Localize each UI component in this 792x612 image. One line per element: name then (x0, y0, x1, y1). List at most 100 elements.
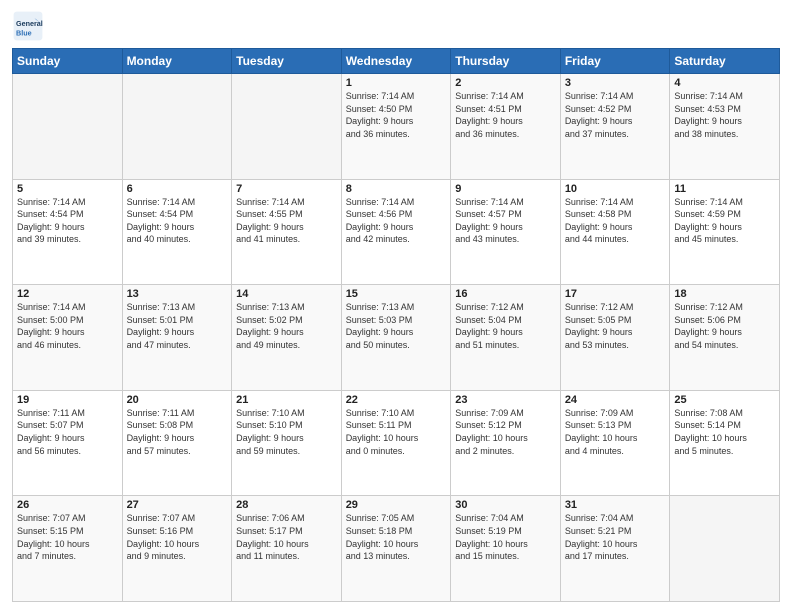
day-info: Sunrise: 7:07 AM Sunset: 5:15 PM Dayligh… (17, 512, 118, 562)
day-info: Sunrise: 7:13 AM Sunset: 5:03 PM Dayligh… (346, 301, 447, 351)
day-info: Sunrise: 7:14 AM Sunset: 5:00 PM Dayligh… (17, 301, 118, 351)
header: General Blue (12, 10, 780, 42)
day-info: Sunrise: 7:04 AM Sunset: 5:21 PM Dayligh… (565, 512, 666, 562)
day-info: Sunrise: 7:11 AM Sunset: 5:08 PM Dayligh… (127, 407, 228, 457)
day-info: Sunrise: 7:10 AM Sunset: 5:11 PM Dayligh… (346, 407, 447, 457)
day-number: 27 (127, 499, 228, 511)
day-number: 23 (455, 394, 556, 406)
day-info: Sunrise: 7:14 AM Sunset: 4:54 PM Dayligh… (127, 196, 228, 246)
weekday-header: Monday (122, 49, 232, 74)
day-number: 9 (455, 183, 556, 195)
calendar-cell: 25Sunrise: 7:08 AM Sunset: 5:14 PM Dayli… (670, 390, 780, 496)
day-number: 21 (236, 394, 337, 406)
day-number: 4 (674, 77, 775, 89)
day-info: Sunrise: 7:08 AM Sunset: 5:14 PM Dayligh… (674, 407, 775, 457)
calendar-cell: 11Sunrise: 7:14 AM Sunset: 4:59 PM Dayli… (670, 179, 780, 285)
calendar-cell: 30Sunrise: 7:04 AM Sunset: 5:19 PM Dayli… (451, 496, 561, 602)
day-info: Sunrise: 7:07 AM Sunset: 5:16 PM Dayligh… (127, 512, 228, 562)
calendar-cell: 7Sunrise: 7:14 AM Sunset: 4:55 PM Daylig… (232, 179, 342, 285)
weekday-header: Wednesday (341, 49, 451, 74)
day-number: 13 (127, 288, 228, 300)
calendar-week-row: 26Sunrise: 7:07 AM Sunset: 5:15 PM Dayli… (13, 496, 780, 602)
weekday-header: Thursday (451, 49, 561, 74)
day-number: 18 (674, 288, 775, 300)
page: General Blue SundayMondayTuesdayWednesda… (0, 0, 792, 612)
weekday-header: Friday (560, 49, 670, 74)
svg-text:General: General (16, 19, 43, 28)
calendar-header-row: SundayMondayTuesdayWednesdayThursdayFrid… (13, 49, 780, 74)
calendar-week-row: 19Sunrise: 7:11 AM Sunset: 5:07 PM Dayli… (13, 390, 780, 496)
calendar-cell (122, 74, 232, 180)
calendar-cell: 12Sunrise: 7:14 AM Sunset: 5:00 PM Dayli… (13, 285, 123, 391)
day-info: Sunrise: 7:14 AM Sunset: 4:50 PM Dayligh… (346, 90, 447, 140)
day-info: Sunrise: 7:12 AM Sunset: 5:06 PM Dayligh… (674, 301, 775, 351)
calendar-cell: 28Sunrise: 7:06 AM Sunset: 5:17 PM Dayli… (232, 496, 342, 602)
calendar-cell: 24Sunrise: 7:09 AM Sunset: 5:13 PM Dayli… (560, 390, 670, 496)
day-number: 25 (674, 394, 775, 406)
day-info: Sunrise: 7:09 AM Sunset: 5:13 PM Dayligh… (565, 407, 666, 457)
calendar-cell: 2Sunrise: 7:14 AM Sunset: 4:51 PM Daylig… (451, 74, 561, 180)
logo: General Blue (12, 10, 48, 42)
calendar-cell: 4Sunrise: 7:14 AM Sunset: 4:53 PM Daylig… (670, 74, 780, 180)
svg-text:Blue: Blue (16, 29, 32, 38)
calendar-week-row: 12Sunrise: 7:14 AM Sunset: 5:00 PM Dayli… (13, 285, 780, 391)
calendar-cell: 31Sunrise: 7:04 AM Sunset: 5:21 PM Dayli… (560, 496, 670, 602)
day-number: 3 (565, 77, 666, 89)
day-number: 10 (565, 183, 666, 195)
day-info: Sunrise: 7:12 AM Sunset: 5:05 PM Dayligh… (565, 301, 666, 351)
calendar-cell: 13Sunrise: 7:13 AM Sunset: 5:01 PM Dayli… (122, 285, 232, 391)
day-info: Sunrise: 7:14 AM Sunset: 4:55 PM Dayligh… (236, 196, 337, 246)
day-info: Sunrise: 7:14 AM Sunset: 4:56 PM Dayligh… (346, 196, 447, 246)
day-number: 7 (236, 183, 337, 195)
calendar-cell: 20Sunrise: 7:11 AM Sunset: 5:08 PM Dayli… (122, 390, 232, 496)
day-info: Sunrise: 7:14 AM Sunset: 4:57 PM Dayligh… (455, 196, 556, 246)
day-info: Sunrise: 7:10 AM Sunset: 5:10 PM Dayligh… (236, 407, 337, 457)
day-info: Sunrise: 7:06 AM Sunset: 5:17 PM Dayligh… (236, 512, 337, 562)
calendar-cell: 26Sunrise: 7:07 AM Sunset: 5:15 PM Dayli… (13, 496, 123, 602)
weekday-header: Sunday (13, 49, 123, 74)
calendar-cell (13, 74, 123, 180)
day-number: 15 (346, 288, 447, 300)
day-number: 1 (346, 77, 447, 89)
day-number: 30 (455, 499, 556, 511)
day-number: 12 (17, 288, 118, 300)
day-info: Sunrise: 7:14 AM Sunset: 4:52 PM Dayligh… (565, 90, 666, 140)
day-number: 8 (346, 183, 447, 195)
calendar-cell: 14Sunrise: 7:13 AM Sunset: 5:02 PM Dayli… (232, 285, 342, 391)
day-info: Sunrise: 7:13 AM Sunset: 5:01 PM Dayligh… (127, 301, 228, 351)
day-number: 11 (674, 183, 775, 195)
logo-icon: General Blue (12, 10, 44, 42)
weekday-header: Saturday (670, 49, 780, 74)
day-info: Sunrise: 7:04 AM Sunset: 5:19 PM Dayligh… (455, 512, 556, 562)
day-info: Sunrise: 7:09 AM Sunset: 5:12 PM Dayligh… (455, 407, 556, 457)
day-number: 19 (17, 394, 118, 406)
calendar-cell: 10Sunrise: 7:14 AM Sunset: 4:58 PM Dayli… (560, 179, 670, 285)
calendar-week-row: 5Sunrise: 7:14 AM Sunset: 4:54 PM Daylig… (13, 179, 780, 285)
calendar-cell: 3Sunrise: 7:14 AM Sunset: 4:52 PM Daylig… (560, 74, 670, 180)
calendar-cell: 5Sunrise: 7:14 AM Sunset: 4:54 PM Daylig… (13, 179, 123, 285)
day-info: Sunrise: 7:14 AM Sunset: 4:58 PM Dayligh… (565, 196, 666, 246)
day-info: Sunrise: 7:11 AM Sunset: 5:07 PM Dayligh… (17, 407, 118, 457)
calendar-cell: 19Sunrise: 7:11 AM Sunset: 5:07 PM Dayli… (13, 390, 123, 496)
day-info: Sunrise: 7:14 AM Sunset: 4:53 PM Dayligh… (674, 90, 775, 140)
calendar-cell: 18Sunrise: 7:12 AM Sunset: 5:06 PM Dayli… (670, 285, 780, 391)
calendar-cell: 21Sunrise: 7:10 AM Sunset: 5:10 PM Dayli… (232, 390, 342, 496)
day-number: 22 (346, 394, 447, 406)
calendar-cell: 15Sunrise: 7:13 AM Sunset: 5:03 PM Dayli… (341, 285, 451, 391)
day-info: Sunrise: 7:14 AM Sunset: 4:51 PM Dayligh… (455, 90, 556, 140)
day-info: Sunrise: 7:13 AM Sunset: 5:02 PM Dayligh… (236, 301, 337, 351)
day-number: 26 (17, 499, 118, 511)
weekday-header: Tuesday (232, 49, 342, 74)
calendar-cell: 23Sunrise: 7:09 AM Sunset: 5:12 PM Dayli… (451, 390, 561, 496)
calendar-cell (232, 74, 342, 180)
calendar-cell: 1Sunrise: 7:14 AM Sunset: 4:50 PM Daylig… (341, 74, 451, 180)
day-number: 16 (455, 288, 556, 300)
day-number: 28 (236, 499, 337, 511)
calendar-week-row: 1Sunrise: 7:14 AM Sunset: 4:50 PM Daylig… (13, 74, 780, 180)
calendar-cell: 8Sunrise: 7:14 AM Sunset: 4:56 PM Daylig… (341, 179, 451, 285)
calendar-cell: 9Sunrise: 7:14 AM Sunset: 4:57 PM Daylig… (451, 179, 561, 285)
day-info: Sunrise: 7:12 AM Sunset: 5:04 PM Dayligh… (455, 301, 556, 351)
calendar-cell: 16Sunrise: 7:12 AM Sunset: 5:04 PM Dayli… (451, 285, 561, 391)
day-info: Sunrise: 7:05 AM Sunset: 5:18 PM Dayligh… (346, 512, 447, 562)
day-number: 20 (127, 394, 228, 406)
